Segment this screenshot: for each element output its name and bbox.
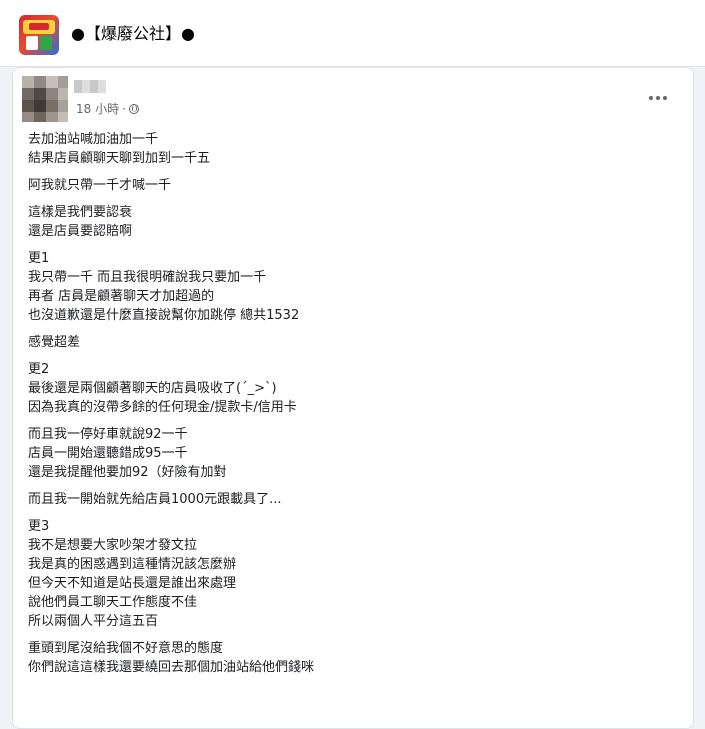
post-line: 你們說這這樣我還要繞回去那個加油站給他們錢咪 <box>28 660 315 675</box>
post-paragraph: 更1 我只帶一千 而且我很明確說我只要加一千 再者 店員是顧著聊天才加超過的也沒道歉… <box>28 249 678 325</box>
globe-icon[interactable] <box>128 104 139 114</box>
post-line: 所以兩個人平分這五百 <box>28 614 159 629</box>
post-line: 還是我提醒他要加92（好險有加對 <box>28 465 227 480</box>
post-line: 也沒道歉還是什麼直接說幫你加跳停 總共1532 <box>28 308 300 323</box>
post-line: 更3 <box>28 519 50 534</box>
post-meta: 18 小時 · <box>76 101 139 117</box>
post-line: 去加油站喊加油加一千 <box>28 132 159 147</box>
post-paragraph: 阿我就只帶一千才喊一千 <box>28 176 678 195</box>
group-header: ●【爆廢公社】● <box>0 0 705 67</box>
post-line: 我只帶一千 而且我很明確說我只要加一千 <box>28 270 267 285</box>
post-timestamp[interactable]: 18 小時 <box>76 101 119 117</box>
post-line: 而且我一停好車就說92一千 <box>28 427 188 442</box>
post-line: 而且我一開始就先給店員1000元跟載具了... <box>28 492 282 507</box>
post-line: 重頭到尾沒給我個不好意思的態度 <box>28 641 224 656</box>
post-paragraph: 重頭到尾沒給我個不好意思的態度你們說這這樣我還要繞回去那個加油站給他們錢咪 <box>28 639 678 677</box>
post-line: 我是真的困惑遇到這種情況該怎麼辦 <box>28 557 237 572</box>
post-paragraph: 這樣是我們要認衰 還是店員要認賠啊 <box>28 203 678 241</box>
post-paragraph: 而且我一停好車就說92一千 店員一開始還聽錯成95一千還是我提醒他要加92（好險有… <box>28 425 678 482</box>
post-paragraph: 而且我一開始就先給店員1000元跟載具了... <box>28 490 678 509</box>
author-avatar[interactable] <box>22 76 68 122</box>
post-paragraph: 更2 最後還是兩個顧著聊天的店員吸收了(´_>`) 因為我真的沒帶多餘的任何現金/提… <box>28 360 678 417</box>
post-line: 還是店員要認賠啊 <box>28 224 133 239</box>
post-paragraph: 感覺超差 <box>28 333 678 352</box>
post-line: 店員一開始還聽錯成95一千 <box>28 446 188 461</box>
group-logo-icon[interactable] <box>19 15 59 55</box>
post-paragraph: 更3 我不是想要大家吵架才發文拉我是真的困惑遇到這種情況該怎麼辦 但今天不知道是站長… <box>28 517 678 631</box>
post-line: 感覺超差 <box>28 335 81 350</box>
post-line: 最後還是兩個顧著聊天的店員吸收了(´_>`) <box>28 381 277 396</box>
post-text: 去加油站喊加油加一千 結果店員顧聊天聊到加到一千五 阿我就只帶一千才喊一千 這樣是我們… <box>28 130 678 685</box>
post-line: 更1 <box>28 251 50 266</box>
post-line: 更2 <box>28 362 50 377</box>
post-line: 這樣是我們要認衰 <box>28 205 133 220</box>
post-line: 再者 店員是顧著聊天才加超過的 <box>28 289 215 304</box>
post-line: 阿我就只帶一千才喊一千 <box>28 178 172 193</box>
more-options-icon[interactable] <box>642 86 674 110</box>
author-name-blurred[interactable] <box>74 80 106 93</box>
post-paragraph: 去加油站喊加油加一千結果店員顧聊天聊到加到一千五 <box>28 130 678 168</box>
group-name-link[interactable]: ●【爆廢公社】● <box>71 24 195 44</box>
post-line: 我不是想要大家吵架才發文拉 <box>28 538 198 553</box>
post-line: 因為我真的沒帶多餘的任何現金/提款卡/信用卡 <box>28 400 297 415</box>
post-line: 但今天不知道是站長還是誰出來處理 <box>28 576 237 591</box>
meta-separator: · <box>122 102 126 116</box>
post-line: 說他們員工聊天工作態度不佳 <box>28 595 198 610</box>
post-line: 結果店員顧聊天聊到加到一千五 <box>28 151 211 166</box>
